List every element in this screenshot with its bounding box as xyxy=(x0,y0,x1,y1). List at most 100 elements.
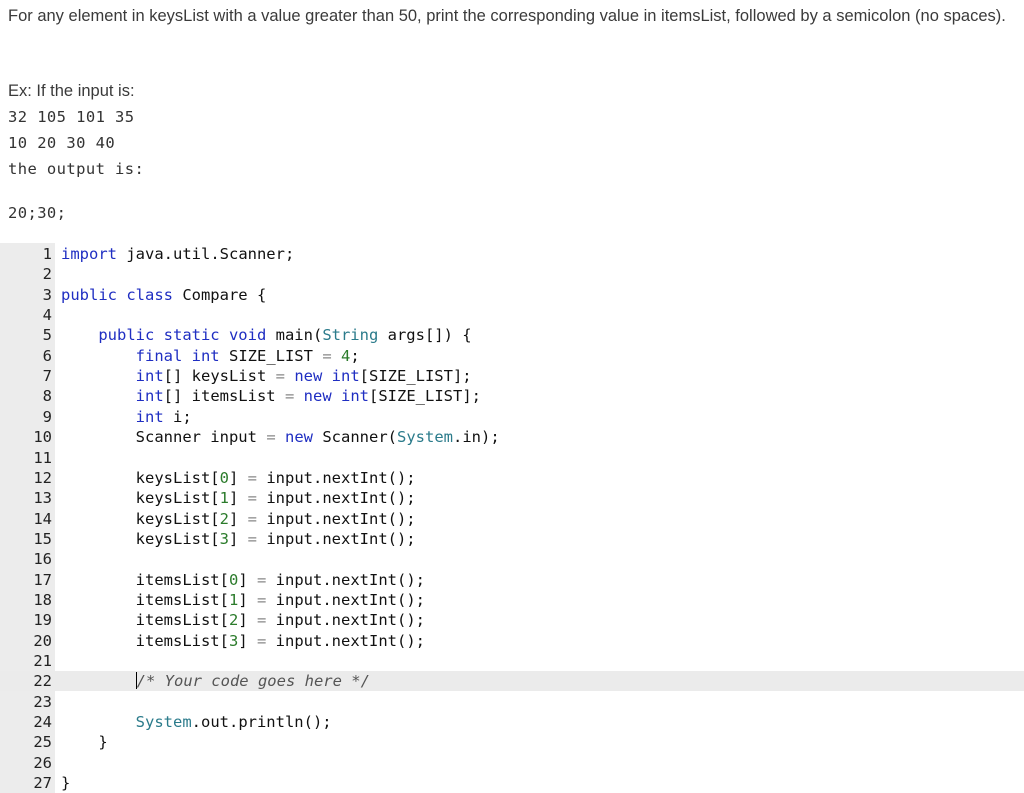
code-token: public static void xyxy=(98,326,267,345)
code-token: 0 xyxy=(228,570,239,589)
line-number: 6 xyxy=(42,346,52,365)
code-line[interactable]: 25 } xyxy=(0,732,1024,752)
code-token: = xyxy=(322,346,332,365)
line-number: 22 xyxy=(33,672,52,691)
code-token: [SIZE_LIST]; xyxy=(369,387,481,406)
code-token: final int xyxy=(135,346,220,365)
code-text[interactable]: keysList[3] = input.nextInt(); xyxy=(61,529,416,549)
code-token: = xyxy=(247,468,257,487)
line-number: 12 xyxy=(33,468,52,487)
code-token: = xyxy=(275,367,285,386)
code-token: Scanner input xyxy=(61,428,267,447)
code-token: SIZE_LIST xyxy=(219,346,323,365)
code-line[interactable]: 20 itemsList[3] = input.nextInt(); xyxy=(0,631,1024,651)
code-line[interactable]: 19 itemsList[2] = input.nextInt(); xyxy=(0,610,1024,630)
code-text[interactable]: public class Compare { xyxy=(61,285,266,305)
code-token: ] xyxy=(228,489,248,508)
code-token: itemsList[ xyxy=(61,611,229,630)
code-line[interactable]: 7 int[] keysList = new int[SIZE_LIST]; xyxy=(0,366,1024,386)
code-line[interactable]: 4 xyxy=(0,305,1024,325)
code-token: System xyxy=(135,713,192,732)
line-number: 26 xyxy=(33,753,52,772)
code-line[interactable]: 9 int i; xyxy=(0,407,1024,427)
code-line[interactable]: 22 /* Your code goes here */ xyxy=(0,671,1024,692)
code-token: args[]) { xyxy=(378,326,472,345)
code-text[interactable]: keysList[1] = input.nextInt(); xyxy=(61,488,416,508)
code-line[interactable]: 2 xyxy=(0,264,1024,284)
code-token: .out.println(); xyxy=(191,713,332,732)
line-number: 25 xyxy=(33,733,52,752)
line-number: 10 xyxy=(33,428,52,447)
line-number: 24 xyxy=(33,713,52,732)
code-line[interactable]: 10 Scanner input = new Scanner(System.in… xyxy=(0,427,1024,447)
code-token: input.nextInt(); xyxy=(266,611,425,630)
code-line[interactable]: 16 xyxy=(0,549,1024,569)
code-text[interactable]: System.out.println(); xyxy=(61,712,332,732)
code-token: 1 xyxy=(228,590,239,609)
code-text[interactable]: keysList[2] = input.nextInt(); xyxy=(61,509,416,529)
code-line[interactable]: 21 xyxy=(0,651,1024,671)
code-token: int xyxy=(135,387,164,406)
code-token: input.nextInt(); xyxy=(266,570,425,589)
code-line[interactable]: 26 xyxy=(0,753,1024,773)
code-line[interactable]: 13 keysList[1] = input.nextInt(); xyxy=(0,488,1024,508)
code-line[interactable]: 18 itemsList[1] = input.nextInt(); xyxy=(0,590,1024,610)
code-line[interactable]: 11 xyxy=(0,448,1024,468)
code-token: input.nextInt(); xyxy=(257,509,416,528)
code-token: = xyxy=(247,509,257,528)
code-token: [SIZE_LIST]; xyxy=(359,367,472,386)
code-token: int xyxy=(135,407,164,426)
line-number: 9 xyxy=(42,407,52,426)
code-line[interactable]: 6 final int SIZE_LIST = 4; xyxy=(0,346,1024,366)
problem-statement: For any element in keysList with a value… xyxy=(8,7,1006,25)
code-line[interactable]: 12 keysList[0] = input.nextInt(); xyxy=(0,468,1024,488)
code-line[interactable]: 17 itemsList[0] = input.nextInt(); xyxy=(0,570,1024,590)
code-text[interactable]: } xyxy=(61,773,70,793)
code-token: [] itemsList xyxy=(163,387,285,406)
code-text[interactable]: itemsList[0] = input.nextInt(); xyxy=(61,570,425,590)
line-number: 7 xyxy=(42,367,52,386)
code-line[interactable]: 24 System.out.println(); xyxy=(0,712,1024,732)
code-token: input.nextInt(); xyxy=(257,529,416,548)
code-line[interactable]: 8 int[] itemsList = new int[SIZE_LIST]; xyxy=(0,386,1024,406)
code-token: 3 xyxy=(219,529,229,548)
code-token: input.nextInt(); xyxy=(257,489,416,508)
code-token: Scanner( xyxy=(313,428,397,447)
code-text[interactable]: Scanner input = new Scanner(System.in); xyxy=(61,427,500,447)
code-text[interactable]: int i; xyxy=(61,407,192,427)
code-token: keysList[ xyxy=(61,468,220,487)
code-editor[interactable]: 1 import java.util.Scanner; 2 3 public class… xyxy=(0,243,1024,793)
code-text[interactable]: /* Your code goes here */ xyxy=(61,671,370,691)
code-line[interactable]: 15 keysList[3] = input.nextInt(); xyxy=(0,529,1024,549)
code-token: System xyxy=(397,428,453,447)
code-token: 1 xyxy=(219,489,229,508)
code-token: 3 xyxy=(228,631,239,650)
code-line[interactable]: 5 public static void main(String args[])… xyxy=(0,325,1024,345)
code-token: ] xyxy=(228,509,248,528)
code-text[interactable]: keysList[0] = input.nextInt(); xyxy=(61,468,416,488)
code-line[interactable]: 27} xyxy=(0,773,1024,793)
code-text[interactable]: itemsList[3] = input.nextInt(); xyxy=(61,631,425,651)
code-token: 2 xyxy=(219,509,229,528)
code-token: = xyxy=(247,489,257,508)
code-line[interactable]: 23 xyxy=(0,692,1024,712)
code-text[interactable]: final int SIZE_LIST = 4; xyxy=(61,346,360,366)
code-text[interactable]: int[] keysList = new int[SIZE_LIST]; xyxy=(61,366,472,386)
code-token: ] xyxy=(228,529,248,548)
code-text[interactable]: } xyxy=(61,732,107,752)
code-text[interactable]: import java.util.Scanner; xyxy=(61,244,294,264)
line-number: 17 xyxy=(33,570,52,589)
code-token: java.util.Scanner; xyxy=(117,245,295,263)
line-number: 2 xyxy=(42,265,52,284)
code-token: new xyxy=(285,428,313,447)
example-label: Ex: If the input is: xyxy=(8,82,135,100)
code-text[interactable]: itemsList[2] = input.nextInt(); xyxy=(61,610,425,630)
code-text[interactable]: itemsList[1] = input.nextInt(); xyxy=(61,590,425,610)
code-line[interactable]: 1 import java.util.Scanner; xyxy=(0,244,1024,264)
code-text[interactable]: public static void main(String args[]) { xyxy=(61,325,472,345)
code-line[interactable]: 14 keysList[2] = input.nextInt(); xyxy=(0,509,1024,529)
code-line[interactable]: 3 public class Compare { xyxy=(0,285,1024,305)
code-text[interactable]: int[] itemsList = new int[SIZE_LIST]; xyxy=(61,386,481,406)
